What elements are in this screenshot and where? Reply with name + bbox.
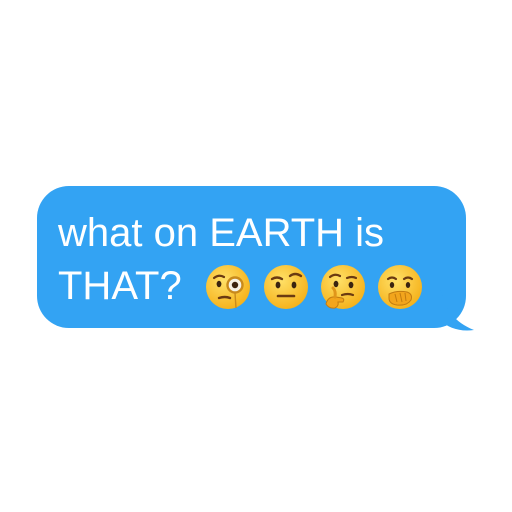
message-text-line-2: THAT? <box>58 264 182 308</box>
thinking-face-icon <box>321 265 365 309</box>
face-with-raised-eyebrow-icon <box>264 265 308 309</box>
screenshot-canvas: what on EARTH is THAT? <box>0 0 512 512</box>
message-text-line-1: what on EARTH is <box>58 211 385 255</box>
face-with-hand-over-mouth-icon <box>378 265 422 309</box>
message-bubble-tail <box>440 288 474 331</box>
face-with-monocle-icon <box>206 265 250 309</box>
